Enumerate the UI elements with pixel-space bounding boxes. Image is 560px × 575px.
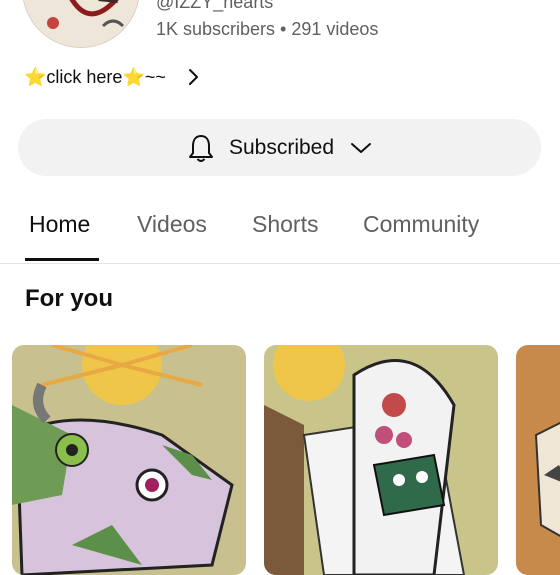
subscribed-label: Subscribed xyxy=(228,135,335,159)
active-tab-indicator xyxy=(25,258,99,261)
channel-description-link[interactable]: ⭐click here⭐~~ xyxy=(24,64,202,90)
description-text: ⭐click here⭐~~ xyxy=(24,66,166,87)
chevron-down-icon xyxy=(351,142,372,153)
tab-videos[interactable]: Videos xyxy=(137,211,207,238)
thumbnail-image xyxy=(264,345,498,575)
channel-stats: 1K subscribers • 291 videos xyxy=(156,19,379,39)
thumbnail-image xyxy=(516,345,560,575)
video-thumbnail[interactable] xyxy=(516,345,560,575)
video-thumbnail[interactable] xyxy=(12,345,246,575)
subscribed-button[interactable]: Subscribed xyxy=(18,119,541,176)
tab-shorts[interactable]: Shorts xyxy=(252,211,318,238)
channel-handle: @IZZY_hearts xyxy=(156,0,274,12)
tab-home[interactable]: Home xyxy=(29,211,90,238)
avatar-artwork xyxy=(23,0,139,47)
bell-icon xyxy=(188,134,213,162)
chevron-right-icon xyxy=(188,69,198,85)
channel-avatar[interactable] xyxy=(22,0,140,48)
channel-tabs: Home Videos Shorts Community xyxy=(0,197,560,264)
tab-community[interactable]: Community xyxy=(363,211,479,238)
thumbnail-image xyxy=(12,345,246,575)
section-title: For you xyxy=(25,285,113,312)
video-thumbnail[interactable] xyxy=(264,345,498,575)
